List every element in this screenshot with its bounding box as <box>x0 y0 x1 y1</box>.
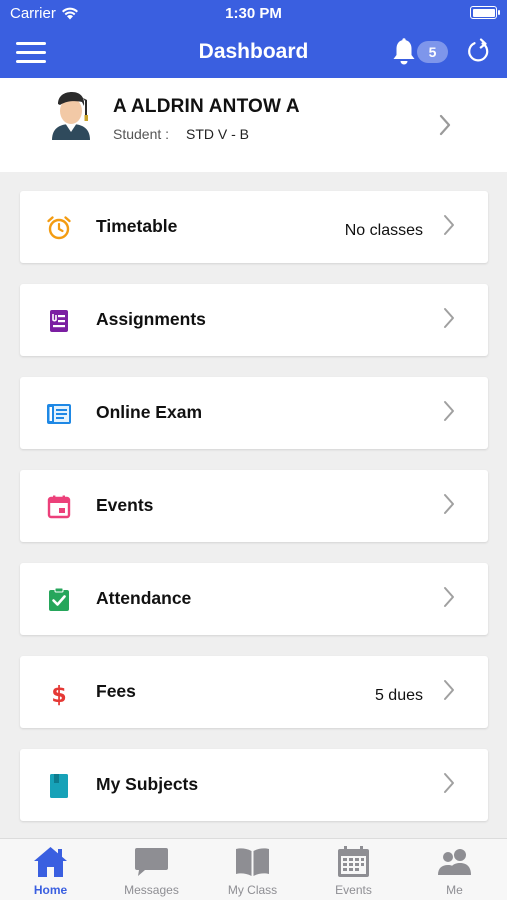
tab-me[interactable]: Me <box>404 839 505 900</box>
tab-label: Messages <box>124 883 179 897</box>
chevron-right-icon <box>444 215 454 235</box>
battery-icon <box>470 6 500 19</box>
chevron-right-icon <box>444 308 454 328</box>
role-label: Student : <box>113 126 170 142</box>
notification-badge[interactable]: 5 <box>417 41 448 63</box>
tab-messages[interactable]: Messages <box>101 839 202 900</box>
student-profile-header[interactable]: A ALDRIN ANTOW A Student : STD V - B <box>0 78 507 172</box>
menu-item-timetable[interactable]: Timetable No classes <box>20 191 488 263</box>
chevron-right-icon <box>439 114 451 136</box>
menu-item-assignments[interactable]: Assignments <box>20 284 488 356</box>
online-exam-icon <box>47 404 71 424</box>
chevron-right-icon <box>444 680 454 700</box>
menu-item-label: Online Exam <box>96 402 203 422</box>
dollar-icon: $ <box>51 683 66 706</box>
menu-item-my-subjects[interactable]: My Subjects <box>20 749 488 821</box>
bell-icon[interactable] <box>391 38 417 66</box>
menu-item-value: No classes <box>344 222 423 239</box>
clock: 1:30 PM <box>225 5 282 22</box>
book-icon <box>50 774 68 798</box>
menu-item-events[interactable]: Events <box>20 470 488 542</box>
tab-my-class[interactable]: My Class <box>202 839 303 900</box>
menu-item-label: Events <box>96 495 154 515</box>
tab-label: Events <box>335 883 372 897</box>
clipboard-check-icon <box>49 587 69 611</box>
bottom-tab-bar: Home Messages My Class Events Me <box>0 838 507 900</box>
hamburger-menu-button[interactable] <box>16 41 46 63</box>
home-icon <box>34 847 67 877</box>
menu-item-label: Timetable <box>96 216 178 236</box>
chat-icon <box>135 848 168 876</box>
chevron-right-icon <box>444 401 454 421</box>
svg-text:$: $ <box>51 683 66 706</box>
student-avatar <box>52 92 90 140</box>
menu-item-label: Attendance <box>96 588 192 608</box>
tab-events[interactable]: Events <box>303 839 404 900</box>
tab-label: My Class <box>227 883 278 897</box>
menu-item-label: Assignments <box>96 309 206 329</box>
refresh-icon[interactable] <box>466 38 492 66</box>
calendar-grid-icon <box>338 846 369 877</box>
tab-home[interactable]: Home <box>0 839 101 900</box>
status-bar: Carrier 1:30 PM <box>0 0 507 26</box>
menu-item-value: 5 dues <box>374 687 423 704</box>
assignment-icon <box>50 310 68 332</box>
chevron-right-icon <box>444 587 454 607</box>
menu-item-label: My Subjects <box>96 774 199 794</box>
menu-item-fees[interactable]: $ Fees 5 dues <box>20 656 488 728</box>
open-book-icon <box>236 848 269 876</box>
people-icon <box>438 849 471 875</box>
class-value: STD V - B <box>186 126 250 142</box>
chevron-right-icon <box>444 773 454 793</box>
tab-label: Home <box>33 883 68 897</box>
chevron-right-icon <box>444 494 454 514</box>
menu-item-attendance[interactable]: Attendance <box>20 563 488 635</box>
calendar-icon <box>47 495 71 519</box>
menu-item-label: Fees <box>96 681 136 701</box>
student-name: A ALDRIN ANTOW A <box>113 96 300 117</box>
nav-bar: Dashboard 5 <box>0 26 507 78</box>
alarm-clock-icon <box>47 216 71 240</box>
tab-label: Me <box>446 883 463 897</box>
menu-item-online-exam[interactable]: Online Exam <box>20 377 488 449</box>
